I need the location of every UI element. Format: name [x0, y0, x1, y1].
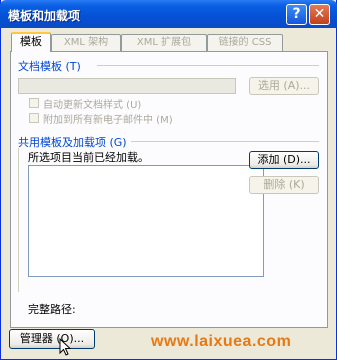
remove-template-button[interactable]: 删除 (K): [249, 176, 319, 194]
tab-xml-schema[interactable]: XML 架构: [51, 34, 121, 51]
document-template-label: 文档模板 (T): [18, 60, 81, 73]
group-left-border: [18, 148, 19, 292]
add-template-button[interactable]: 添加 (D)...: [249, 151, 319, 169]
window-title: 模板和加载项: [8, 9, 81, 23]
tab-xml-expansion-packs[interactable]: XML 扩展包: [121, 34, 207, 51]
organizer-button[interactable]: 管理器 (O)...: [9, 329, 95, 349]
title-bar[interactable]: 模板和加载项 ? ✕: [0, 0, 337, 28]
tab-linked-css[interactable]: 链接的 CSS: [207, 34, 283, 51]
close-button[interactable]: ✕: [309, 4, 330, 25]
auto-update-checkbox[interactable]: [29, 98, 39, 108]
full-path-label: 完整路径:: [28, 303, 76, 316]
load-status-text: 所选项目当前已经加载。: [28, 151, 149, 164]
global-templates-label: 共用模板及加载项 (G): [18, 136, 127, 149]
site-watermark: www.laixuea.com: [151, 333, 292, 350]
mouse-cursor-icon: [59, 338, 72, 356]
tab-templates[interactable]: 模板: [11, 32, 51, 52]
attach-email-checkbox[interactable]: [29, 113, 39, 123]
group-divider: [97, 65, 319, 66]
auto-update-label: 自动更新文档样式 (U): [43, 100, 142, 111]
group-divider: [131, 141, 319, 142]
global-templates-list[interactable]: [28, 165, 264, 277]
select-template-button[interactable]: 选用 (A)...: [249, 77, 319, 95]
attach-email-label: 附加到所有新电子邮件中 (M): [43, 115, 173, 126]
document-template-path-field[interactable]: [18, 78, 236, 94]
help-button[interactable]: ?: [286, 4, 307, 25]
dialog-window: 模板和加载项 ? ✕ 模板 XML 架构 XML 扩展包 链接的 CSS 文档模…: [0, 0, 337, 360]
